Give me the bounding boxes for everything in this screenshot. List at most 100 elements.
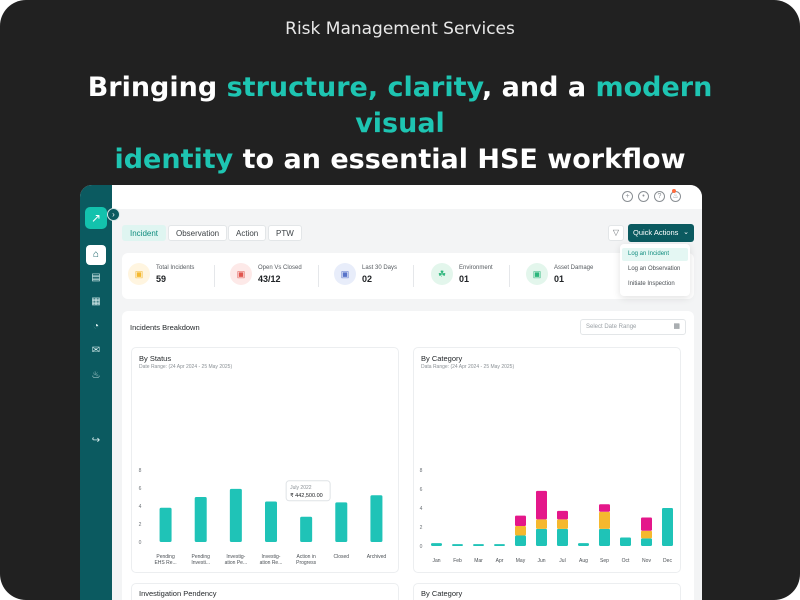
grid-icon[interactable]: ▦	[88, 294, 104, 310]
stacked-bar-segment	[641, 517, 652, 531]
by-status-chart: 02468PendingEHS Re...PendingInvesti...In…	[139, 468, 387, 566]
divider	[413, 265, 414, 287]
x-tick-label: Feb	[453, 558, 462, 564]
leaf-icon: ☘	[431, 263, 453, 285]
kpi-label: Total Incidents	[156, 265, 195, 271]
notification-dot	[672, 189, 676, 193]
x-tick-label: Jan	[432, 558, 440, 564]
y-tick-label: 2	[139, 522, 142, 528]
x-tick-label: Mar	[474, 558, 483, 564]
tab-action[interactable]: Action	[228, 225, 267, 241]
stacked-bar-segment	[557, 519, 568, 529]
kpi-label: Environment	[459, 265, 493, 271]
headline-part: to an essential HSE workflow	[233, 144, 686, 175]
stacked-bar-segment	[599, 511, 610, 529]
y-tick-label: 6	[420, 487, 423, 493]
menu-item-log-incident[interactable]: Log an Incident	[622, 248, 688, 261]
tab-ptw[interactable]: PTW	[268, 225, 302, 241]
headline: Bringing structure, clarity, and a moder…	[40, 70, 760, 178]
by-status-chart-card: 0 2 4 6 8 Pending EHS Re... Pending Investi... In…	[131, 347, 399, 573]
calendar-icon: ▦	[673, 323, 680, 330]
filter-icon[interactable]: ▽	[608, 225, 624, 241]
y-tick-label: 2	[420, 525, 423, 531]
stacked-bar-segment	[452, 544, 463, 546]
chart-subtitle: Data Range: (24 Apr 2024 - 25 May 2025)	[421, 364, 515, 370]
logout-icon[interactable]: ↪	[88, 433, 104, 449]
y-tick-label: 4	[139, 504, 142, 510]
stacked-bar-segment	[599, 504, 610, 512]
stacked-bar-segment	[641, 530, 652, 539]
y-tick-label: 4	[420, 506, 423, 512]
stacked-bar-segment	[515, 526, 526, 536]
tooltip-value: ₹ 442,500.00	[290, 492, 323, 499]
bell-icon[interactable]: ♨	[88, 368, 104, 384]
quick-actions-label: Quick Actions	[633, 228, 679, 237]
x-tick-label: Sep	[600, 558, 609, 564]
stacked-bar-segment	[620, 537, 631, 546]
stacked-bar-segment	[536, 528, 547, 546]
tab-observation[interactable]: Observation	[168, 225, 228, 241]
x-tick-label: May	[516, 558, 526, 564]
incidents-breakdown-card: Incidents Breakdown Select Date Range ▦ …	[122, 311, 694, 600]
headline-part: , and a	[482, 72, 596, 103]
tooltip-month: July 2022	[290, 485, 312, 491]
menu-item-log-observation[interactable]: Log an Observation	[622, 263, 688, 276]
y-tick-label: 8	[420, 468, 423, 474]
stacked-bar-segment	[641, 538, 652, 546]
x-tick-label: Closed	[333, 554, 349, 560]
chart-title: By Status	[139, 354, 172, 363]
car-icon: ▣	[128, 263, 150, 285]
bar	[370, 495, 383, 542]
quick-actions-menu: Log an Incident Log an Observation Initi…	[620, 244, 690, 296]
divider	[214, 265, 215, 287]
date-range-select[interactable]: Select Date Range ▦	[580, 319, 686, 335]
sidebar: ↗ ⌂ ▤ ▦ ◔ ✉ ♨ ↪	[80, 185, 112, 600]
bar	[159, 507, 172, 542]
chevron-right-icon[interactable]: ›	[107, 208, 120, 221]
report-icon[interactable]: ▤	[88, 270, 104, 286]
tab-incident[interactable]: Incident	[122, 225, 167, 241]
stacked-bar-segment	[536, 519, 547, 529]
x-tick-label: Jul	[559, 558, 565, 564]
help-icon[interactable]: ?	[654, 191, 665, 202]
kpi-value: 01	[459, 274, 470, 284]
y-tick-label: 8	[139, 468, 142, 474]
x-tick-label: EHS Re...	[154, 560, 176, 566]
kpi-value: 59	[156, 274, 167, 284]
bar	[335, 502, 348, 542]
x-tick-label: Archived	[367, 554, 387, 560]
stacked-bar-segment	[515, 535, 526, 546]
x-tick-label: Nov	[642, 558, 651, 564]
chart-title: By Category	[421, 354, 463, 363]
mail-icon[interactable]: ✉	[88, 343, 104, 359]
investigation-pendency-card: Investigation Pendency	[131, 583, 399, 600]
globe-icon[interactable]: +	[622, 191, 633, 202]
kpi-summary-card: ▣ Total Incidents 59 ▣ Open Vs Closed 43…	[122, 253, 694, 299]
car-icon: ▣	[334, 263, 356, 285]
headline-part: Bringing	[87, 72, 227, 103]
stacked-bar-segment	[515, 515, 526, 527]
chat-icon[interactable]: •	[638, 191, 649, 202]
kpi-value: 43/12	[258, 274, 281, 284]
x-tick-label: Dec	[663, 558, 672, 564]
y-tick-label: 0	[139, 540, 142, 546]
x-tick-label: Jun	[537, 558, 545, 564]
showcase-frame: Risk Management Services Bringing struct…	[0, 0, 800, 600]
pie-chart-icon[interactable]: ◔	[88, 319, 104, 335]
menu-item-initiate-inspection[interactable]: Initiate Inspection	[622, 278, 688, 291]
home-icon[interactable]: ⌂	[86, 245, 106, 265]
bar	[229, 488, 242, 542]
stacked-bar-segment	[578, 543, 589, 546]
chart-subtitle: Date Range: (24 Apr 2024 - 25 May 2025)	[139, 364, 233, 370]
stacked-bar-segment	[557, 510, 568, 520]
dashboard-mockup: ↗ ⌂ ▤ ▦ ◔ ✉ ♨ ↪ › + • ? ♨ Incident Obser…	[80, 185, 702, 600]
x-tick-label: Progress	[296, 560, 317, 566]
y-tick-label: 0	[420, 544, 423, 550]
top-bar: + • ? ♨	[112, 185, 702, 209]
quick-actions-button[interactable]: Quick Actions ⌄	[628, 224, 694, 242]
notification-bell-icon[interactable]: ♨	[670, 191, 681, 202]
trend-up-icon[interactable]: ↗	[85, 207, 107, 229]
kpi-label: Last 30 Days	[362, 265, 398, 271]
stacked-bar-segment	[599, 528, 610, 546]
headline-accent: structure, clarity	[226, 72, 482, 103]
